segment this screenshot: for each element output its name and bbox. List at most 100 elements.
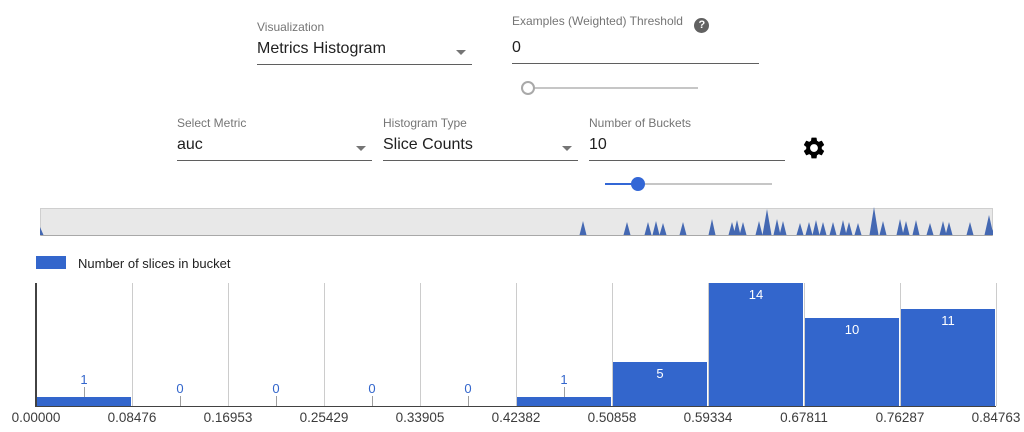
slice-mark [740, 222, 747, 235]
histogram-type-label: Histogram Type [383, 116, 578, 130]
slice-mark [946, 222, 953, 235]
threshold-input[interactable]: 0 [512, 39, 759, 64]
gridline [324, 283, 325, 406]
threshold-slider-handle[interactable] [521, 81, 535, 95]
x-tick-label: 0.76287 [876, 410, 925, 425]
bar-value-annotation: 11 [900, 313, 996, 328]
slice-mark [870, 207, 879, 235]
bar-value-annotation: 14 [708, 287, 804, 302]
x-axis-line [36, 406, 996, 407]
threshold-label-text: Examples (Weighted) Threshold [512, 14, 683, 28]
x-tick-label: 0.16953 [204, 410, 253, 425]
chevron-down-icon[interactable] [456, 50, 466, 55]
num-buckets-field[interactable]: Number of Buckets 10 [589, 116, 785, 161]
bar-value-annotation: 0 [160, 381, 200, 396]
histogram-type-dropdown[interactable]: Histogram Type Slice Counts [383, 116, 578, 161]
slice-mark [813, 220, 820, 235]
select-metric-dropdown[interactable]: Select Metric auc [177, 116, 372, 161]
x-tick-label: 0.33905 [396, 410, 445, 425]
num-buckets-slider[interactable] [605, 176, 772, 192]
visualization-dropdown[interactable]: Visualization Metrics Histogram [257, 20, 472, 65]
slice-counts-histogram[interactable]: 1000015141011 [36, 283, 996, 407]
visualization-label: Visualization [257, 20, 472, 34]
visualization-value[interactable]: Metrics Histogram [257, 40, 472, 65]
annotation-stem [180, 396, 181, 406]
help-icon[interactable]: ? [694, 18, 709, 33]
slice-mark [40, 227, 44, 235]
annotation-stem [276, 396, 277, 406]
select-metric-value[interactable]: auc [177, 136, 372, 161]
annotation-stem [468, 396, 469, 406]
tfma-metrics-histogram-panel: Visualization Metrics Histogram Examples… [0, 0, 1024, 432]
slice-mark [820, 222, 827, 235]
annotation-stem [372, 396, 373, 406]
slice-mark [806, 222, 813, 235]
histogram-bar[interactable] [517, 397, 611, 406]
num-buckets-label: Number of Buckets [589, 116, 785, 130]
bar-value-annotation: 1 [544, 372, 584, 387]
bar-value-annotation: 0 [256, 381, 296, 396]
bar-value-annotation: 1 [64, 372, 104, 387]
gridline [132, 283, 133, 406]
slice-mark [927, 223, 934, 235]
slice-mark [624, 222, 631, 235]
bar-value-annotation: 5 [612, 366, 708, 381]
threshold-field[interactable]: Examples (Weighted) Threshold ? 0 [512, 14, 759, 64]
slice-mark [830, 222, 837, 235]
settings-button[interactable] [801, 135, 827, 161]
histogram-type-value[interactable]: Slice Counts [383, 136, 578, 161]
slice-mark [967, 222, 974, 235]
slice-mark [645, 222, 652, 235]
histogram-type-selected-text: Slice Counts [383, 136, 473, 153]
x-tick-label: 0.67811 [780, 410, 828, 425]
chevron-down-icon[interactable] [356, 146, 366, 151]
x-tick-label: 0.08476 [108, 410, 157, 425]
x-tick-label: 0.84763 [972, 410, 1021, 425]
gridline [516, 283, 517, 406]
x-tick-label: 0.00000 [12, 410, 61, 425]
num-buckets-slider-handle[interactable] [631, 177, 645, 191]
slice-mark [985, 215, 994, 235]
select-metric-label: Select Metric [177, 116, 372, 130]
annotation-stem [84, 387, 85, 397]
legend-color-swatch [36, 256, 66, 269]
slice-mark [709, 219, 716, 235]
slice-mark [903, 221, 910, 235]
slice-mark [660, 223, 667, 235]
num-buckets-input[interactable]: 10 [589, 136, 785, 161]
gridline [228, 283, 229, 406]
visualization-selected-text: Metrics Histogram [257, 40, 386, 57]
slice-mark [846, 222, 853, 235]
select-metric-selected-text: auc [177, 136, 203, 153]
x-tick-label: 0.50858 [588, 410, 637, 425]
threshold-slider-track[interactable] [521, 87, 698, 89]
chevron-down-icon[interactable] [562, 146, 572, 151]
x-tick-label: 0.59334 [684, 410, 733, 425]
y-axis-line [35, 283, 37, 407]
histogram-bar[interactable] [37, 397, 131, 406]
slice-mark [580, 221, 587, 235]
threshold-slider[interactable] [521, 80, 698, 96]
slice-mark [880, 221, 887, 235]
gear-icon [801, 135, 827, 161]
slice-mark [855, 223, 862, 235]
slice-mark [734, 220, 741, 235]
gridline [420, 283, 421, 406]
gridline [996, 283, 997, 406]
x-tick-label: 0.42382 [492, 410, 541, 425]
threshold-label: Examples (Weighted) Threshold ? [512, 14, 759, 33]
bar-value-annotation: 10 [804, 322, 900, 337]
x-tick-label: 0.25429 [300, 410, 349, 425]
x-axis-tick-labels: 0.000000.084760.169530.254290.339050.423… [36, 410, 1024, 428]
slice-mark [840, 220, 847, 235]
slice-mark [780, 221, 787, 235]
slice-mark [763, 209, 772, 235]
bar-value-annotation: 0 [448, 381, 488, 396]
slice-overview-marks [40, 195, 993, 235]
slice-mark [756, 221, 763, 235]
slice-mark [897, 219, 904, 235]
slice-mark [913, 220, 920, 235]
bar-value-annotation: 0 [352, 381, 392, 396]
slice-mark [940, 221, 947, 235]
num-buckets-slider-fill [605, 183, 633, 185]
